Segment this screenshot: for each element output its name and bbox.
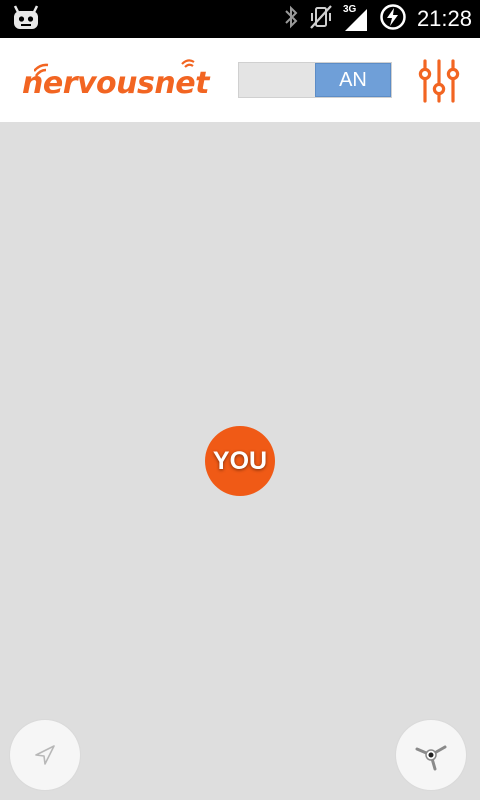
logo-text: nervousnet (22, 66, 209, 101)
equalizer-icon (418, 59, 460, 103)
compass-button[interactable] (396, 720, 466, 790)
battery-charging-icon (379, 3, 407, 36)
equalizer-settings-button[interactable] (416, 58, 462, 104)
navigation-icon (35, 745, 55, 765)
app-bar: nervousnet AN (0, 38, 480, 122)
signal-icon: 3G (343, 4, 369, 33)
toggle-knob: AN (315, 63, 391, 97)
an-toggle-switch[interactable]: AN (238, 62, 392, 98)
status-time: 21:28 (416, 6, 472, 31)
vibrate-off-icon (309, 4, 333, 35)
status-bar: 3G 21:28 (0, 0, 480, 38)
you-location-marker[interactable]: YOU (205, 426, 275, 496)
you-marker-label: YOU (212, 446, 268, 475)
map-view[interactable]: YOU (0, 122, 480, 800)
bluetooth-icon (283, 4, 299, 35)
cyanogen-bug-icon (12, 5, 40, 36)
compass-icon (415, 745, 447, 771)
navigation-button[interactable] (10, 720, 80, 790)
toggle-label: AN (339, 68, 367, 91)
